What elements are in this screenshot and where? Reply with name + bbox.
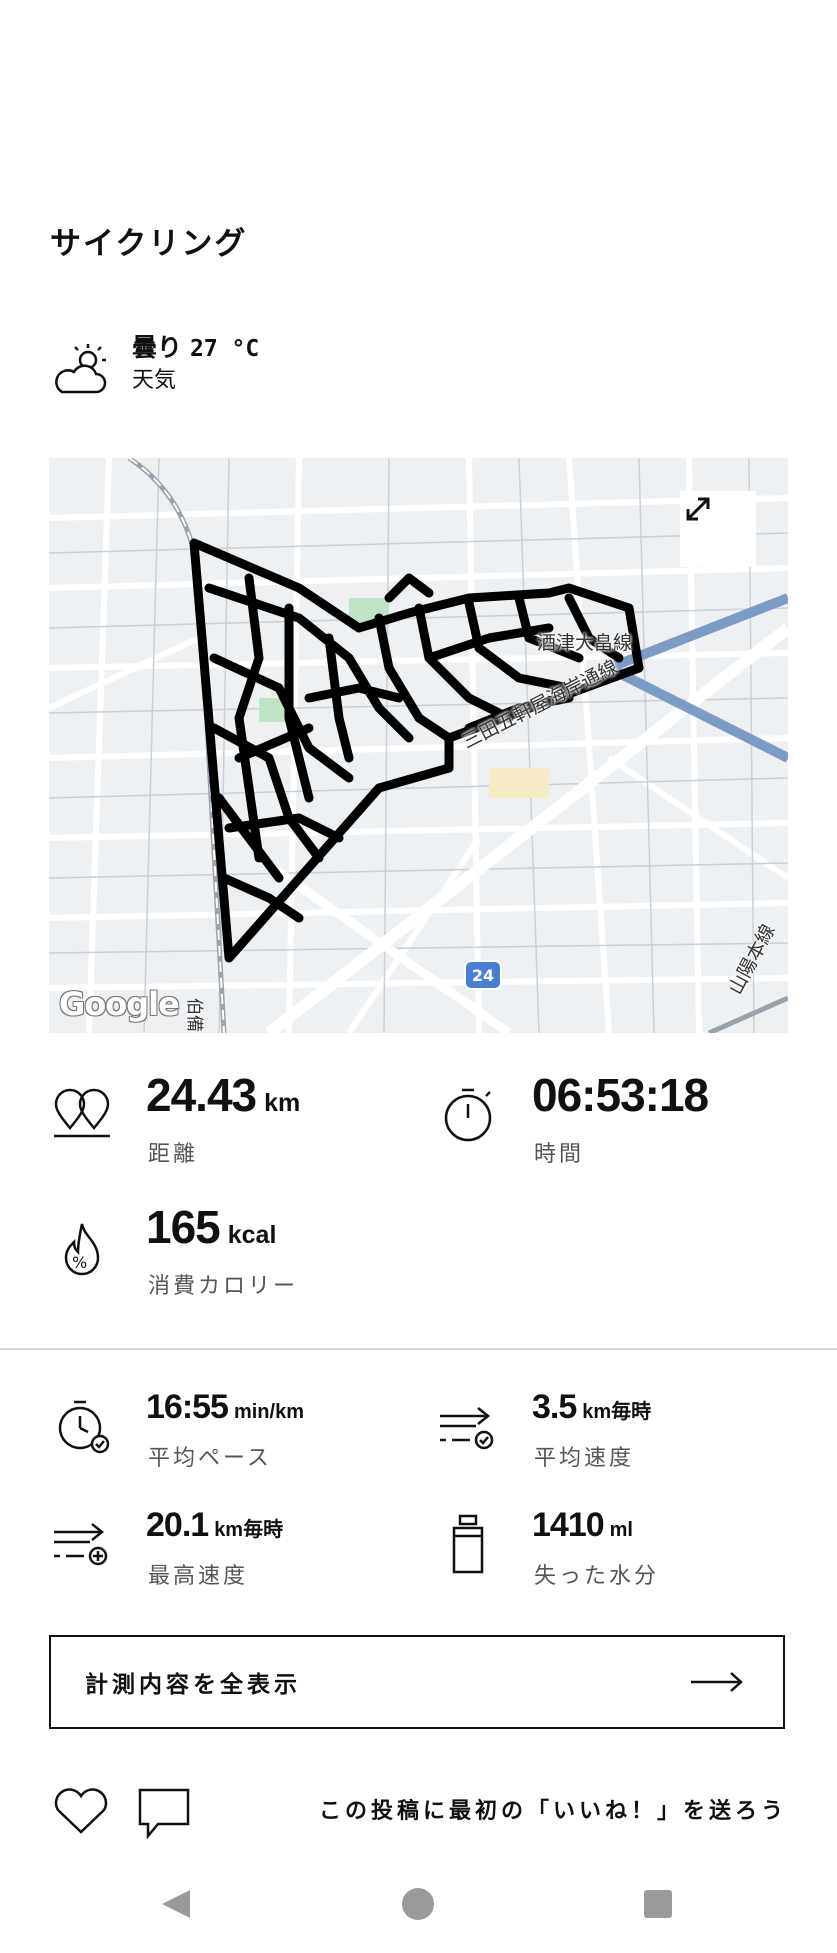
avg-speed-value-row: 3.5 km毎時 xyxy=(532,1388,651,1427)
max-speed-value: 20.1 xyxy=(146,1506,209,1544)
max-speed-unit: km毎時 xyxy=(214,1519,284,1541)
show-all-metrics-button[interactable]: 計測内容を全表示 xyxy=(49,1635,785,1729)
distance-value: 24.43 xyxy=(146,1069,257,1121)
heart-like-icon[interactable] xyxy=(52,1788,110,1836)
map-canvas xyxy=(49,458,788,1033)
water-value-row: 1410 ml xyxy=(532,1506,633,1545)
route-map[interactable]: 酒津大畠線 三田五軒屋海岸通線 山陽本線 伯備 24 Google xyxy=(49,458,788,1033)
road-label: 伯備 xyxy=(184,998,204,1032)
google-attribution: Google xyxy=(59,985,180,1023)
back-nav-icon[interactable] xyxy=(158,1886,194,1922)
weather-condition: 曇り 27 °C xyxy=(132,328,259,364)
max-speed-label: 最高速度 xyxy=(148,1564,249,1589)
calories-label: 消費カロリー xyxy=(148,1274,299,1299)
weather-condition-text: 曇り xyxy=(132,333,183,362)
expand-icon xyxy=(686,497,710,521)
water-bottle-icon xyxy=(452,1514,484,1574)
calories-unit: kcal xyxy=(227,1221,277,1249)
arrow-right-icon xyxy=(691,1672,743,1692)
home-nav-icon[interactable] xyxy=(400,1886,436,1922)
recents-nav-icon[interactable] xyxy=(642,1888,674,1920)
avg-speed-unit: km毎時 xyxy=(582,1401,652,1423)
route-shield: 24 xyxy=(464,960,502,990)
stopwatch-icon xyxy=(444,1088,492,1142)
partly-cloudy-icon xyxy=(55,344,107,394)
time-value-row: 06:53:18 xyxy=(532,1068,716,1122)
map-expand-button[interactable] xyxy=(680,491,756,567)
distance-unit: km xyxy=(264,1089,301,1117)
distance-value-row: 24.43 km xyxy=(146,1068,300,1122)
comment-icon[interactable] xyxy=(136,1786,192,1842)
pace-clock-icon xyxy=(58,1400,110,1454)
calorie-flame-icon: % xyxy=(64,1223,100,1276)
like-prompt: この投稿に最初の「いいね！」を送ろう xyxy=(318,1799,787,1824)
avg-speed-icon xyxy=(440,1407,494,1450)
time-label: 時間 xyxy=(534,1142,585,1167)
pace-value: 16:55 xyxy=(146,1388,229,1426)
activity-title: サイクリング xyxy=(50,226,248,262)
max-speed-value-row: 20.1 km毎時 xyxy=(146,1506,283,1545)
pace-value-row: 16:55 min/km xyxy=(146,1388,304,1427)
weather-label: 天気 xyxy=(132,368,177,393)
distance-pin-icon xyxy=(54,1088,110,1138)
water-value: 1410 xyxy=(532,1506,605,1544)
avg-speed-label: 平均速度 xyxy=(534,1446,635,1471)
distance-label: 距離 xyxy=(148,1142,199,1167)
water-label: 失った水分 xyxy=(534,1564,660,1589)
system-navigation-bar xyxy=(0,1880,837,1953)
max-speed-icon xyxy=(54,1523,108,1566)
pace-label: 平均ペース xyxy=(148,1446,272,1471)
pace-unit: min/km xyxy=(233,1401,304,1423)
road-label: 酒津大畠線 xyxy=(537,632,633,654)
section-divider xyxy=(0,1348,837,1350)
water-unit: ml xyxy=(609,1519,633,1541)
calories-value-row: 165 kcal xyxy=(146,1200,276,1254)
calories-value: 165 xyxy=(146,1201,221,1253)
weather-temperature: 27 °C xyxy=(190,336,260,362)
show-all-metrics-label: 計測内容を全表示 xyxy=(85,1672,301,1698)
svg-text:%: % xyxy=(72,1253,87,1272)
time-value: 06:53:18 xyxy=(532,1069,709,1121)
avg-speed-value: 3.5 xyxy=(532,1388,577,1426)
